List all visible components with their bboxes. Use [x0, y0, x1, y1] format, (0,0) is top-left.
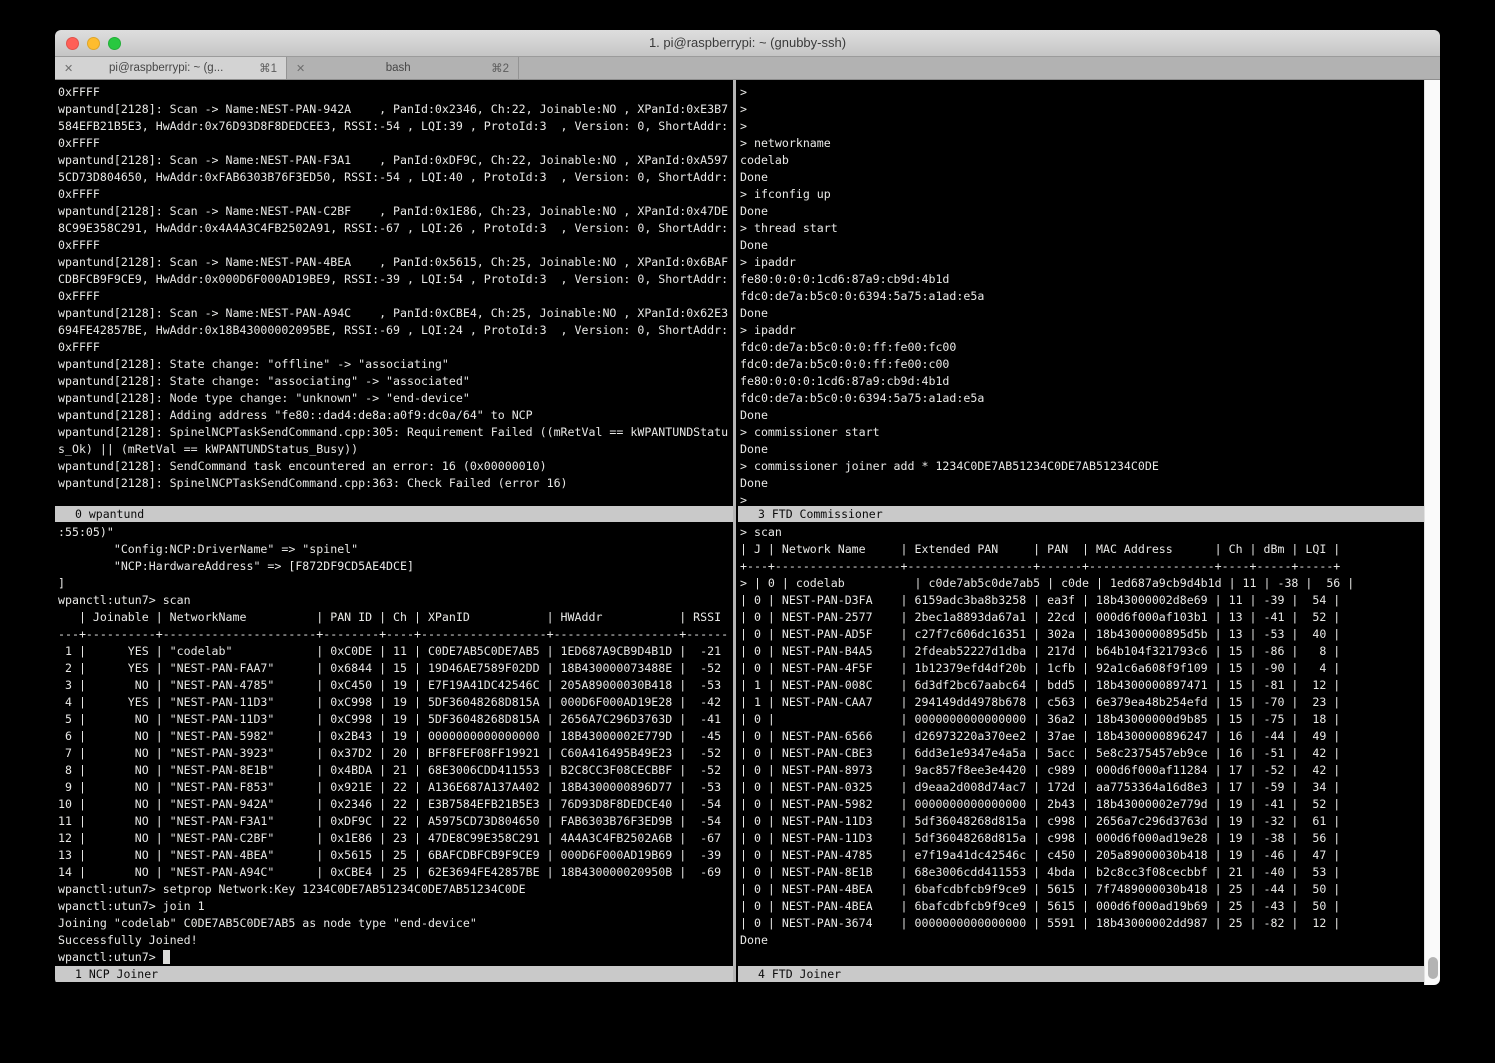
tab-label: pi@raspberrypi: ~ (g... [80, 62, 252, 74]
terminal-window: 1. pi@raspberrypi: ~ (gnubby-ssh) ✕ pi@r… [55, 30, 1440, 985]
pane-ftd-joiner[interactable]: > scan | J | Network Name | Extended PAN… [738, 522, 1424, 966]
tab-close-icon[interactable]: ✕ [296, 62, 305, 75]
pane-status-ftd-commissioner: 3 FTD Commissioner [738, 506, 1424, 522]
terminal-content: 0xFFFF wpantund[2128]: Scan -> Name:NEST… [55, 80, 1440, 985]
pane-status-wpantund: 0 wpantund [55, 506, 733, 522]
traffic-lights [66, 37, 121, 50]
minimize-window-button[interactable] [87, 37, 100, 50]
tab-label: bash [312, 62, 484, 74]
tab-close-icon[interactable]: ✕ [64, 62, 73, 75]
zoom-window-button[interactable] [108, 37, 121, 50]
pane-wpantund[interactable]: 0xFFFF wpantund[2128]: Scan -> Name:NEST… [55, 80, 733, 506]
pane-status-ftd-joiner: 4 FTD Joiner [738, 966, 1424, 982]
pane-ftd-commissioner[interactable]: > > > > networkname codelab Done > ifcon… [738, 80, 1424, 506]
tab-shortcut: ⌘1 [259, 61, 277, 75]
window-title: 1. pi@raspberrypi: ~ (gnubby-ssh) [55, 30, 1440, 56]
tab-bar: ✕ pi@raspberrypi: ~ (g... ⌘1 ✕ bash ⌘2 [55, 57, 1440, 80]
tab-ssh[interactable]: ✕ pi@raspberrypi: ~ (g... ⌘1 [55, 57, 287, 79]
scrollbar-thumb[interactable] [1428, 957, 1438, 979]
tab-bash[interactable]: ✕ bash ⌘2 [287, 57, 519, 79]
window-titlebar[interactable]: 1. pi@raspberrypi: ~ (gnubby-ssh) [55, 30, 1440, 57]
pane-ncp-joiner[interactable]: :55:05)" "Config:NCP:DriverName" => "spi… [55, 522, 733, 966]
tab-shortcut: ⌘2 [491, 61, 509, 75]
pane-status-ncp-joiner: 1 NCP Joiner [55, 966, 733, 982]
pane-divider[interactable] [733, 80, 736, 982]
text-cursor [163, 950, 170, 964]
scrollbar[interactable] [1424, 80, 1440, 985]
close-window-button[interactable] [66, 37, 79, 50]
